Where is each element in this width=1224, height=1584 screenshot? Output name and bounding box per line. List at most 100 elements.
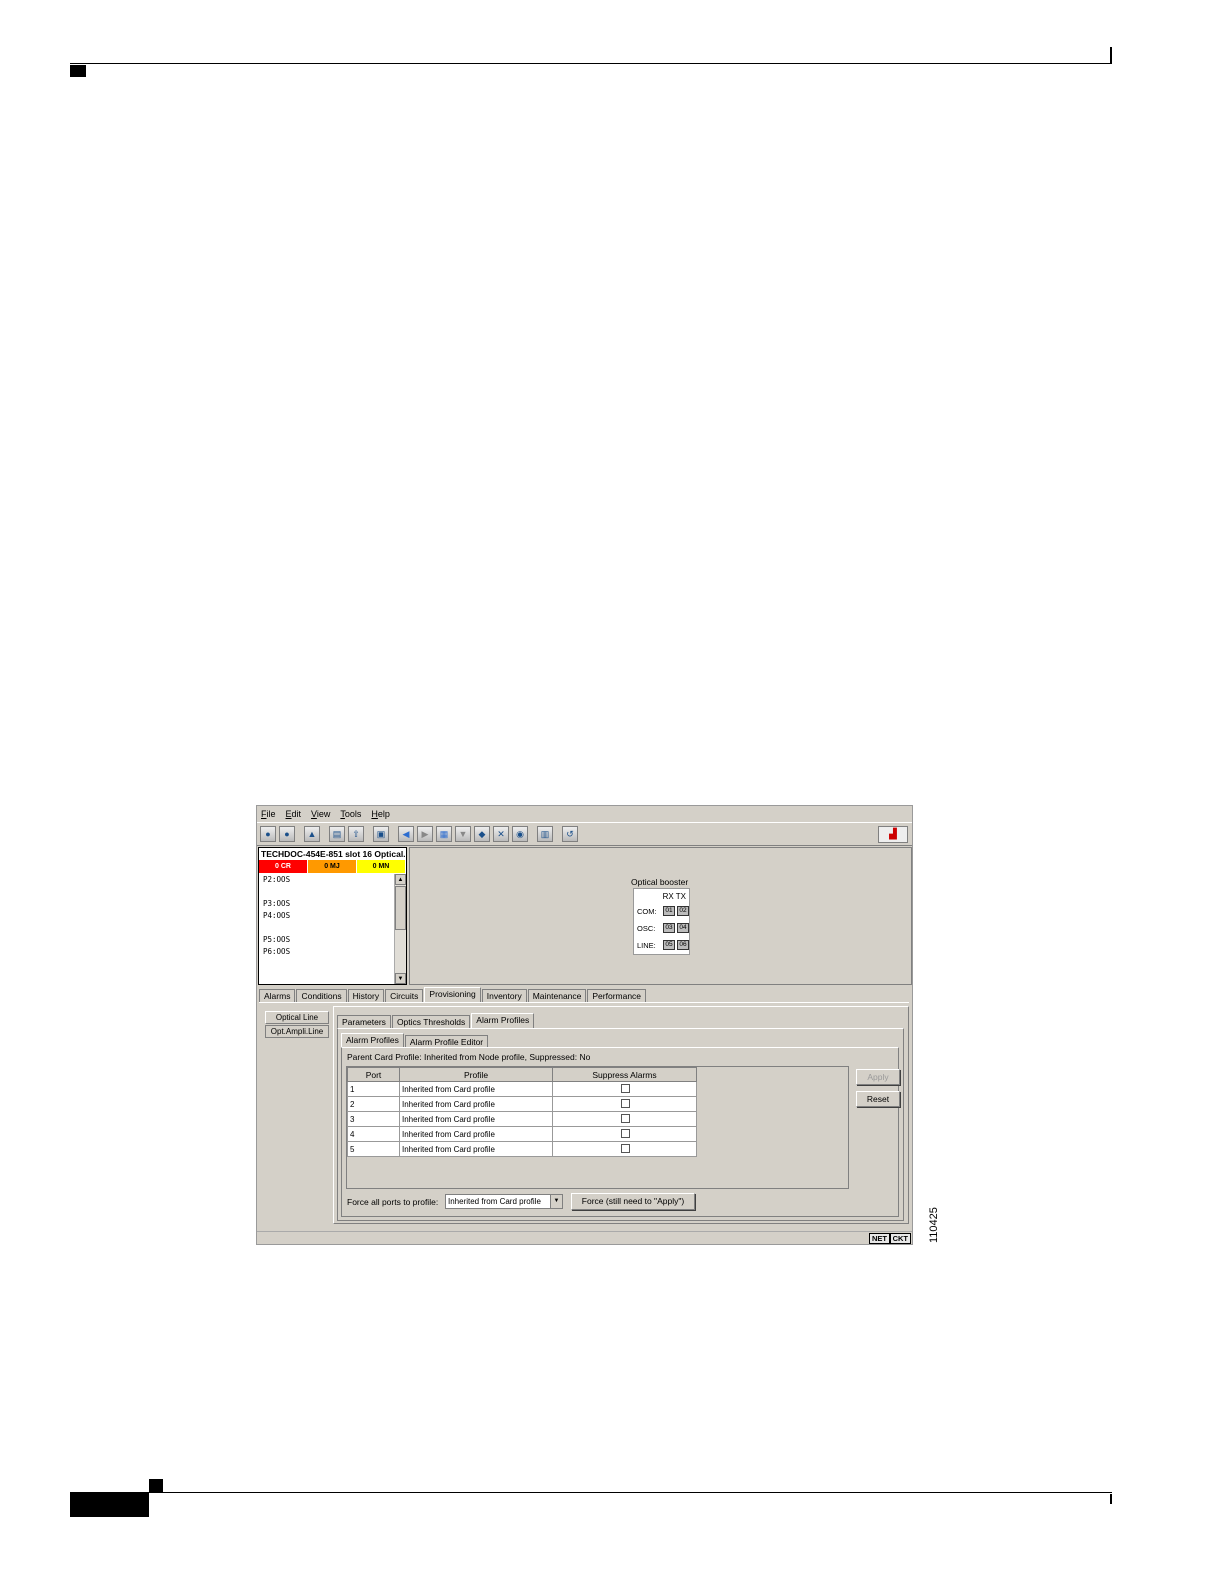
profile-cell[interactable]: Inherited from Card profile [399,1126,553,1142]
suppress-checkbox[interactable] [621,1083,630,1093]
tab-inventory[interactable]: Inventory [481,989,527,1002]
column-header-port[interactable]: Port [347,1067,400,1082]
port-06[interactable]: 06 [677,940,689,950]
net-indicator[interactable]: NET [869,1233,890,1244]
suppress-cell [552,1141,697,1157]
scroll-up-icon[interactable]: ▲ [395,874,406,885]
column-header-profile[interactable]: Profile [399,1067,553,1082]
side-tab-optical-line[interactable]: Optical Line [265,1011,329,1024]
home-icon[interactable]: ◆ [474,826,490,842]
properties-icon[interactable]: ▣ [373,826,389,842]
scroll-thumb[interactable] [395,886,406,930]
column-header-suppress-alarms[interactable]: Suppress Alarms [552,1067,697,1082]
tab-performance[interactable]: Performance [587,989,647,1002]
footer-marker [149,1479,163,1492]
port-row-com: COM: 01 02 [637,906,689,916]
suppress-checkbox[interactable] [621,1098,630,1108]
status-scrollbar[interactable]: ▲ ▼ [394,874,406,984]
force-button[interactable]: Force (still need to "Apply") [571,1193,695,1210]
refresh-icon[interactable]: ↺ [562,826,578,842]
port-state-list: P2:OOS P3:OOS P4:OOS P5:OOS P6:OOS [259,874,394,984]
menu-edit[interactable]: Edit [286,809,302,819]
port-04[interactable]: 04 [677,923,689,933]
globe-icon[interactable]: ◉ [512,826,528,842]
main-tabs: Alarms Conditions History Circuits Provi… [259,987,909,1003]
tab-conditions[interactable]: Conditions [296,989,347,1002]
profile-cell[interactable]: Inherited from Card profile [399,1081,553,1097]
suppress-cell [552,1081,697,1097]
lock-icon[interactable]: ▲ [304,826,320,842]
menu-file[interactable]: File [261,809,276,819]
port-03[interactable]: 03 [663,923,675,933]
table-row[interactable]: 4 Inherited from Card profile [347,1126,697,1142]
back-arrow-icon[interactable]: ◀ [398,826,414,842]
menu-bar: File Edit View Tools Help [257,806,912,822]
tab-optics-thresholds[interactable]: Optics Thresholds [391,1015,471,1028]
profile-cell[interactable]: Inherited from Card profile [399,1111,553,1127]
tab-alarms[interactable]: Alarms [259,989,296,1002]
profile-cell[interactable]: Inherited from Card profile [399,1141,553,1157]
open-node-icon[interactable]: ● [260,826,276,842]
tab-provisioning[interactable]: Provisioning [424,987,481,1002]
force-profile-label: Force all ports to profile: [347,1197,439,1207]
circuit-icon[interactable]: ▥ [537,826,553,842]
major-alarm-count: 0 MJ [308,860,357,873]
side-tabs: Optical Line Opt.Ampli.Line [265,1011,329,1039]
port-01[interactable]: 01 [663,906,675,916]
menu-tools[interactable]: Tools [340,809,361,819]
tab-history[interactable]: History [347,989,385,1002]
suppress-checkbox[interactable] [621,1143,630,1153]
table-row[interactable]: 5 Inherited from Card profile [347,1141,697,1157]
profile-cell[interactable]: Inherited from Card profile [399,1096,553,1112]
menu-view[interactable]: View [311,809,330,819]
suppress-cell [552,1126,697,1142]
critical-alarm-count: 0 CR [259,860,308,873]
header-tick [1110,47,1112,64]
pdf-icon[interactable]: ▟ [878,826,908,843]
tab-circuits[interactable]: Circuits [385,989,424,1002]
suppress-checkbox[interactable] [621,1128,630,1138]
tab-alarm-profiles[interactable]: Alarm Profiles [471,1013,535,1028]
port-05[interactable]: 05 [663,940,675,950]
table-row[interactable]: 3 Inherited from Card profile [347,1111,697,1127]
scroll-down-icon[interactable]: ▼ [395,973,406,984]
forward-arrow-icon[interactable]: ▶ [417,826,433,842]
ckt-indicator[interactable]: CKT [889,1233,911,1244]
footer-rule [70,1492,1112,1493]
card-view: Optical booster RX TX COM: 01 02 OSC: 03… [409,847,912,985]
print-icon[interactable]: ▤ [329,826,345,842]
parent-card-profile: Parent Card Profile: Inherited from Node… [347,1052,591,1062]
port-02[interactable]: 02 [677,906,689,916]
menu-help[interactable]: Help [371,809,390,819]
footer-tick [1110,1494,1112,1504]
ctc-window: File Edit View Tools Help ● ● ▲ ▤ ⇧ ▣ ◀ … [256,805,913,1245]
figure-id: 110425 [928,1207,940,1243]
tab-alarm-profiles-inner[interactable]: Alarm Profiles [341,1033,404,1048]
tab-maintenance[interactable]: Maintenance [527,989,587,1002]
port-cell: 1 [347,1081,400,1097]
suppress-cell [552,1096,697,1112]
suppress-checkbox[interactable] [621,1113,630,1123]
table-row[interactable]: 1 Inherited from Card profile [347,1081,697,1097]
reset-button[interactable]: Reset [856,1091,900,1107]
table-row[interactable]: 2 Inherited from Card profile [347,1096,697,1112]
force-profile-select[interactable]: Inherited from Card profile ▼ [445,1194,563,1209]
network-view-icon[interactable]: ● [279,826,295,842]
port-state-line: P4:OOS [263,911,291,920]
tab-parameters[interactable]: Parameters [337,1015,391,1028]
go-down-icon[interactable]: ▼ [455,826,471,842]
export-icon[interactable]: ⇧ [348,826,364,842]
go-up-icon[interactable]: ▦ [436,826,452,842]
apply-button[interactable]: Apply [856,1069,900,1085]
network-scope-icon[interactable]: ✕ [493,826,509,842]
force-profile-value: Inherited from Card profile [448,1197,541,1206]
port-state-line [263,922,394,934]
side-tab-opt-ampli-line[interactable]: Opt.Ampli.Line [265,1025,329,1038]
sub-tabs: Parameters Optics Thresholds Alarm Profi… [337,1013,535,1028]
status-panel: TECHDOC-454E-851 slot 16 Optical... 0 CR… [258,847,407,985]
chevron-down-icon[interactable]: ▼ [550,1195,562,1208]
port-cell: 2 [347,1096,400,1112]
footer-page-box [70,1493,149,1517]
provisioning-panel: Parameters Optics Thresholds Alarm Profi… [333,1006,909,1224]
alarm-profiles-content: Parent Card Profile: Inherited from Node… [341,1047,900,1217]
